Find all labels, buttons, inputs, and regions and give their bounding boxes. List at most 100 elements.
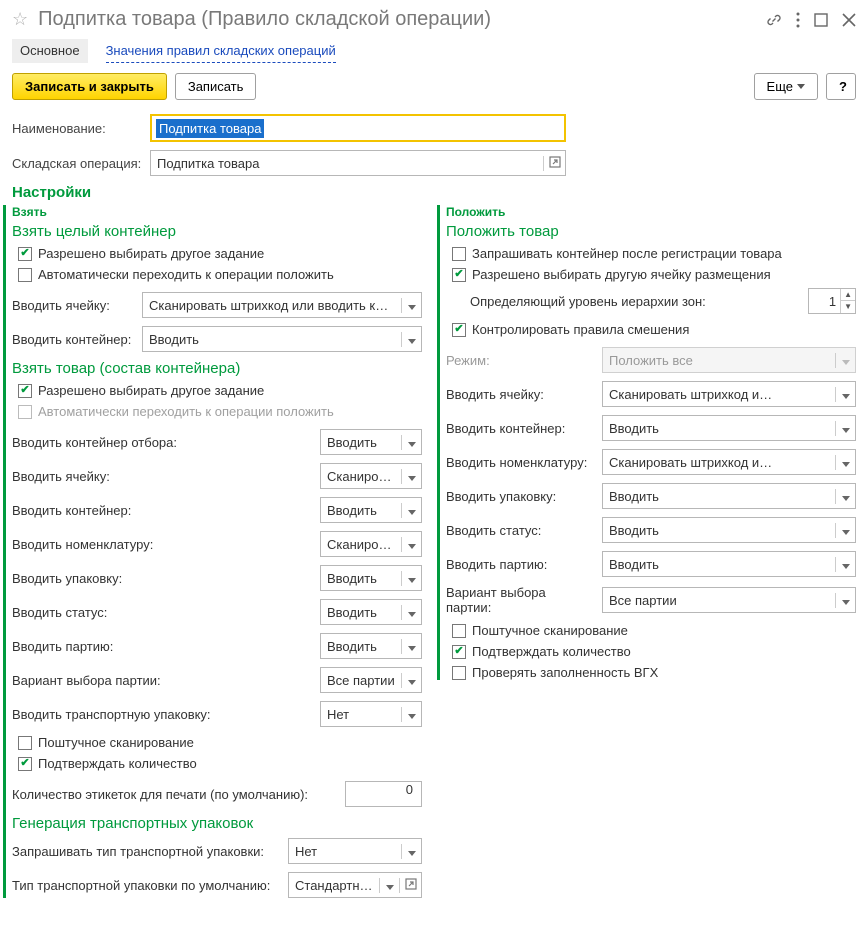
goods-cell-dropdown[interactable]: Сканировать штрихкод и…: [320, 463, 422, 489]
take-cell-dropdown[interactable]: Сканировать штрихкод или вводить контрол…: [142, 292, 422, 318]
put-batch-variant-dropdown[interactable]: Все партии: [602, 587, 856, 613]
open-icon[interactable]: [543, 156, 565, 171]
chevron-down-icon[interactable]: [835, 489, 855, 504]
save-button[interactable]: Записать: [175, 73, 257, 100]
close-icon[interactable]: [842, 13, 856, 27]
goods-container-dropdown[interactable]: Вводить: [320, 497, 422, 523]
put-piece-scan-checkbox[interactable]: [452, 624, 466, 638]
labels-qty-input[interactable]: 0: [345, 781, 422, 807]
save-close-button[interactable]: Записать и закрыть: [12, 73, 167, 100]
put-status-dropdown[interactable]: Вводить: [602, 517, 856, 543]
chevron-down-icon[interactable]: [835, 421, 855, 436]
take-allow-other-checkbox[interactable]: [18, 247, 32, 261]
chevron-down-icon[interactable]: [835, 523, 855, 538]
put-container-dropdown[interactable]: Вводить: [602, 415, 856, 441]
chevron-down-icon[interactable]: [401, 707, 421, 722]
name-input[interactable]: Подпитка товара: [150, 114, 566, 142]
goods-trans-pack-dropdown[interactable]: Нет: [320, 701, 422, 727]
tab-main[interactable]: Основное: [12, 39, 88, 63]
goods-pick-container-dropdown[interactable]: Вводить: [320, 429, 422, 455]
zone-level-spinner[interactable]: 1 ▲ ▼: [808, 288, 856, 314]
chevron-down-icon[interactable]: [401, 435, 421, 450]
take-piece-scan-checkbox[interactable]: [18, 736, 32, 750]
take-piece-scan-label: Поштучное сканирование: [38, 735, 194, 750]
take-container-header: Взять целый контейнер: [12, 223, 422, 240]
goods-batch-dropdown[interactable]: Вводить: [320, 633, 422, 659]
take-cell-value: Сканировать штрихкод или вводить контрол…: [143, 298, 401, 313]
take-container-dropdown[interactable]: Вводить: [142, 326, 422, 352]
default-tp-type-dropdown[interactable]: Стандартная: [288, 872, 422, 898]
chevron-down-icon: [835, 353, 855, 368]
take-confirm-qty-label: Подтверждать количество: [38, 756, 197, 771]
favorite-icon[interactable]: ☆: [12, 9, 28, 30]
put-cell-label: Вводить ячейку:: [446, 387, 594, 402]
take-container-label: Вводить контейнер:: [12, 332, 134, 347]
goods-status-label: Вводить статус:: [12, 605, 312, 620]
chevron-down-icon[interactable]: [835, 455, 855, 470]
take-cell-label: Вводить ячейку:: [12, 298, 134, 313]
put-batch-variant-label: Вариант выбора партии:: [446, 585, 594, 615]
chevron-down-icon[interactable]: [401, 844, 421, 859]
goods-pack-dropdown[interactable]: Вводить: [320, 565, 422, 591]
chevron-down-icon[interactable]: [835, 387, 855, 402]
gen-tp-header: Генерация транспортных упаковок: [12, 815, 422, 832]
goods-pick-container-label: Вводить контейнер отбора:: [12, 435, 312, 450]
chevron-down-icon[interactable]: [401, 571, 421, 586]
take-auto-put-checkbox[interactable]: [18, 268, 32, 282]
op-input[interactable]: Подпитка товара: [150, 150, 566, 176]
chevron-down-icon[interactable]: [401, 673, 421, 688]
goods-allow-other-checkbox[interactable]: [18, 384, 32, 398]
spin-up-icon[interactable]: ▲: [841, 289, 855, 301]
chevron-down-icon[interactable]: [401, 605, 421, 620]
tab-values[interactable]: Значения правил складских операций: [106, 39, 336, 63]
take-container-value: Вводить: [143, 332, 401, 347]
goods-nomen-dropdown[interactable]: Сканировать штрихкод и…: [320, 531, 422, 557]
open-icon[interactable]: [399, 878, 421, 893]
goods-status-dropdown[interactable]: Вводить: [320, 599, 422, 625]
chevron-down-icon[interactable]: [379, 878, 399, 893]
goods-auto-put-label: Автоматически переходить к операции поло…: [38, 404, 334, 419]
put-nomen-dropdown[interactable]: Сканировать штрихкод и…: [602, 449, 856, 475]
put-confirm-qty-checkbox[interactable]: [452, 645, 466, 659]
put-pack-dropdown[interactable]: Вводить: [602, 483, 856, 509]
help-button[interactable]: ?: [826, 73, 856, 100]
chevron-down-icon[interactable]: [401, 332, 421, 347]
maximize-icon[interactable]: [814, 13, 828, 27]
take-header: Взять: [12, 205, 422, 219]
ask-tp-type-label: Запрашивать тип транспортной упаковки:: [12, 844, 280, 859]
settings-header: Настройки: [12, 184, 856, 201]
put-ask-container-checkbox[interactable]: [452, 247, 466, 261]
goods-nomen-label: Вводить номенклатуру:: [12, 537, 312, 552]
spin-down-icon[interactable]: ▼: [841, 301, 855, 313]
link-icon[interactable]: [766, 12, 782, 28]
goods-auto-put-checkbox: [18, 405, 32, 419]
kebab-icon[interactable]: [796, 12, 800, 28]
goods-cell-label: Вводить ячейку:: [12, 469, 312, 484]
put-batch-dropdown[interactable]: Вводить: [602, 551, 856, 577]
chevron-down-icon[interactable]: [401, 298, 421, 313]
put-pack-label: Вводить упаковку:: [446, 489, 594, 504]
put-mode-dropdown: Положить все: [602, 347, 856, 373]
chevron-down-icon[interactable]: [835, 557, 855, 572]
more-button[interactable]: Еще: [754, 73, 818, 100]
put-check-vgh-checkbox[interactable]: [452, 666, 466, 680]
put-control-mix-checkbox[interactable]: [452, 323, 466, 337]
goods-allow-other-label: Разрешено выбирать другое задание: [38, 383, 264, 398]
name-value: Подпитка товара: [156, 119, 264, 138]
chevron-down-icon[interactable]: [401, 469, 421, 484]
put-cell-dropdown[interactable]: Сканировать штрихкод и…: [602, 381, 856, 407]
op-label: Складская операция:: [12, 156, 142, 171]
put-allow-other-cell-checkbox[interactable]: [452, 268, 466, 282]
goods-batch-variant-dropdown[interactable]: Все партии: [320, 667, 422, 693]
chevron-down-icon[interactable]: [401, 639, 421, 654]
ask-tp-type-dropdown[interactable]: Нет: [288, 838, 422, 864]
chevron-down-icon[interactable]: [835, 593, 855, 608]
take-auto-put-label: Автоматически переходить к операции поло…: [38, 267, 334, 282]
chevron-down-icon[interactable]: [401, 537, 421, 552]
page-title: Подпитка товара (Правило складской опера…: [38, 8, 756, 31]
put-batch-label: Вводить партию:: [446, 557, 594, 572]
goods-pack-label: Вводить упаковку:: [12, 571, 312, 586]
put-control-mix-label: Контролировать правила смешения: [472, 322, 689, 337]
take-confirm-qty-checkbox[interactable]: [18, 757, 32, 771]
chevron-down-icon[interactable]: [401, 503, 421, 518]
